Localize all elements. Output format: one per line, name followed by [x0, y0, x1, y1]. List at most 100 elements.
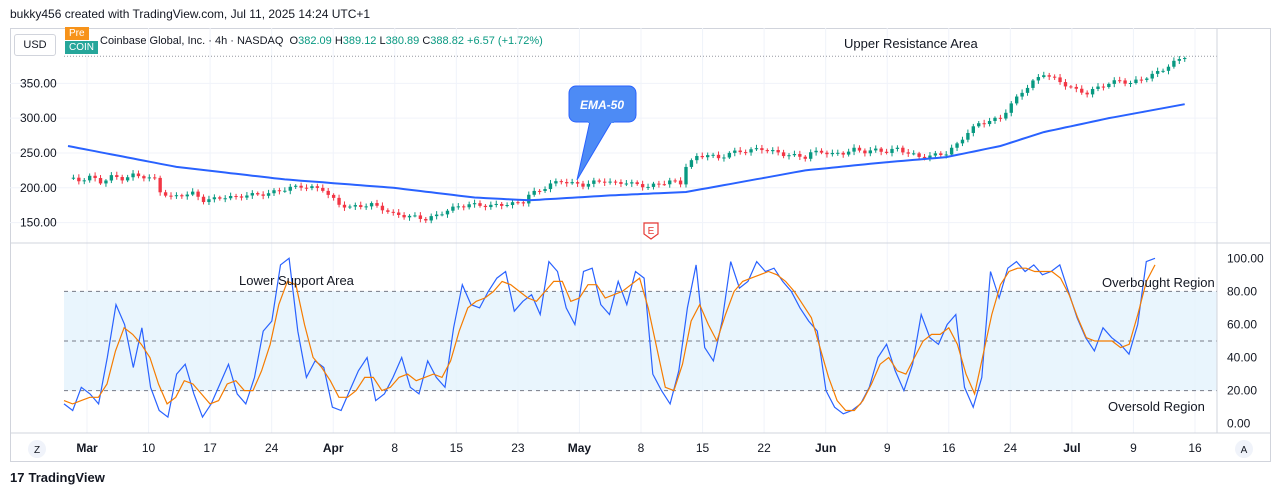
candle-body	[201, 196, 206, 203]
candle-body	[331, 194, 336, 198]
candle-body	[1004, 112, 1008, 119]
candle-body	[603, 181, 607, 183]
x-tick-label: 24	[1004, 441, 1018, 455]
candle-body	[743, 152, 748, 154]
candle-body	[1101, 86, 1106, 88]
candle-body	[803, 156, 807, 159]
candle-body	[1139, 79, 1144, 81]
candle-body	[527, 194, 531, 204]
candle-body	[613, 181, 618, 183]
lower-support-label: Lower Support Area	[239, 273, 355, 288]
candle-body	[272, 190, 276, 194]
candle-body	[218, 197, 222, 199]
candle-body	[88, 175, 92, 181]
candle-body	[825, 152, 829, 155]
candle-body	[1150, 73, 1154, 79]
candle-body	[234, 196, 238, 198]
candle-body	[1172, 60, 1176, 67]
candle-body	[82, 180, 86, 182]
candle-body	[841, 152, 845, 155]
candle-body	[846, 151, 851, 155]
osc-tick-label: 20.00	[1227, 384, 1257, 398]
candle-body	[1058, 77, 1062, 83]
candle-body	[852, 147, 856, 152]
x-tick-label: Apr	[323, 441, 344, 455]
candle-body	[1155, 71, 1160, 74]
candle-body	[261, 194, 265, 196]
candle-body	[353, 205, 357, 207]
scale-z-label: Z	[34, 445, 40, 456]
candle-body	[592, 180, 596, 184]
symbol-name: Coinbase Global, Inc. · 4h · NASDAQ	[100, 35, 284, 47]
candle-body	[456, 206, 460, 208]
candle-body	[901, 147, 905, 153]
candle-body	[798, 154, 802, 157]
candle-body	[765, 150, 769, 152]
x-tick-label: 15	[696, 441, 710, 455]
open-label: O	[289, 35, 299, 47]
candle-body	[781, 152, 786, 157]
candle-body	[1069, 86, 1073, 88]
candle-body	[738, 150, 742, 153]
candle-body	[288, 186, 292, 191]
chart-svg[interactable]: Mar 10 17 24 Apr 8 15 23 May 8 15 22 Jun 9 16 24 Jul 9 16 1…	[0, 0, 1281, 497]
candle-body	[619, 182, 623, 184]
candle-body	[689, 160, 694, 167]
candle-body	[1074, 86, 1078, 89]
candle-body	[1118, 80, 1122, 82]
x-tick-label: Jul	[1063, 441, 1080, 455]
candle-body	[223, 198, 227, 200]
candle-body	[668, 180, 672, 185]
candle-body	[326, 190, 330, 195]
premarket-badge: Pre	[65, 27, 89, 40]
candle-body	[196, 191, 200, 197]
candle-body	[369, 203, 374, 207]
candle-body	[440, 214, 444, 216]
candle-body	[1085, 92, 1089, 95]
candle-body	[489, 204, 493, 208]
brand-name: TradingView	[28, 470, 105, 485]
candle-body	[1090, 88, 1095, 95]
currency-button[interactable]: USD	[14, 34, 56, 56]
change-value: +6.57 (+1.72%)	[467, 35, 543, 47]
candle-body	[207, 199, 211, 203]
candle-body	[857, 147, 862, 151]
candle-body	[104, 180, 108, 184]
candle-body	[98, 178, 103, 184]
candle-body	[1036, 77, 1041, 81]
candle-body	[434, 214, 439, 217]
candle-body	[1161, 70, 1165, 72]
candle-body	[814, 150, 818, 153]
candle-body	[1052, 76, 1057, 78]
candle-body	[646, 186, 650, 188]
candle-body	[912, 153, 916, 155]
candle-body	[277, 190, 282, 192]
candle-body	[868, 150, 872, 154]
candle-body	[125, 177, 130, 181]
earnings-marker-label: E	[648, 226, 655, 237]
candle-body	[494, 203, 498, 205]
candle-body	[624, 183, 629, 185]
candle-body	[830, 152, 835, 155]
scale-z-button[interactable]: Z	[28, 440, 46, 458]
x-tick-label: Jun	[815, 441, 836, 455]
candle-body	[1123, 80, 1127, 84]
candle-body	[429, 216, 433, 221]
ohlc-legend: Coinbase Global, Inc. · 4h · NASDAQ O382…	[100, 35, 543, 47]
candle-body	[966, 132, 970, 140]
footer-brand[interactable]: 17 TradingView	[10, 470, 105, 485]
candle-body	[944, 154, 948, 156]
scale-a-button[interactable]: A	[1235, 440, 1253, 458]
candle-body	[1042, 75, 1046, 78]
symbol-badge[interactable]: COIN	[65, 41, 98, 54]
candle-body	[700, 155, 704, 158]
candle-body	[640, 184, 645, 188]
candle-body	[982, 123, 986, 125]
candle-body	[906, 152, 910, 154]
candle-body	[153, 177, 157, 179]
osc-tick-label: 80.00	[1227, 284, 1257, 298]
candle-body	[548, 183, 553, 190]
candle-body	[337, 197, 341, 205]
earnings-marker[interactable]: E	[643, 222, 659, 240]
stoch-band	[64, 290, 1217, 392]
